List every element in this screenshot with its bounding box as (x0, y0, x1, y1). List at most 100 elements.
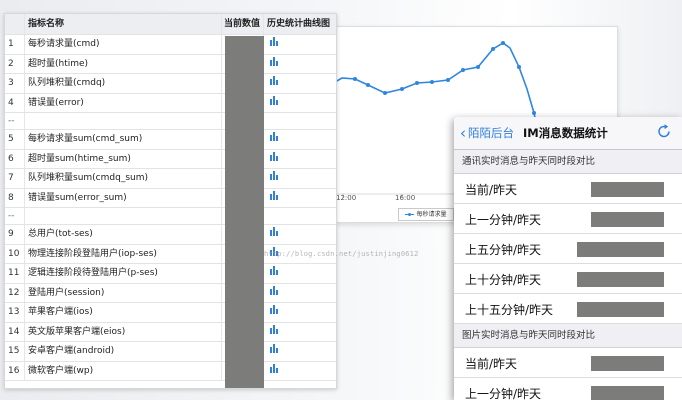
bar-chart-icon[interactable] (270, 362, 278, 380)
stat-label: 当前/昨天 (465, 183, 518, 197)
history-chart-cell (263, 129, 336, 150)
history-chart-cell (263, 283, 336, 303)
data-point (430, 80, 434, 84)
table-row: 9 总用户(tot-ses) (5, 224, 336, 245)
stat-value-redacted (591, 212, 664, 227)
metric-name: 错误量(error) (24, 93, 222, 113)
data-point (353, 77, 357, 81)
stat-value-redacted (591, 386, 664, 400)
back-label: 陌陌后台 (468, 126, 514, 140)
row-index: 7 (5, 168, 25, 189)
history-chart-cell (263, 188, 336, 208)
table-row: 4 错误量(error) (5, 93, 336, 113)
row-index: 2 (5, 54, 25, 74)
section-header: 通讯实时消息与昨天同时段对比 (454, 150, 682, 174)
bar-chart-icon[interactable] (270, 35, 278, 53)
table-row: 5 每秒请求量sum(cmd_sum) (5, 129, 336, 150)
metric-name: 苹果客户端(ios) (24, 302, 222, 323)
metric-name: 英文版苹果客户端(eios) (24, 322, 222, 342)
name-header: 指标名称 (24, 14, 222, 35)
metrics-table: 指标名称 当前数值 历史统计曲线图 1 每秒请求量(cmd) 2 超时量(htime)… (4, 13, 337, 389)
bar-chart-icon[interactable] (270, 342, 278, 360)
nav-bar: ‹ 陌陌后台 IM消息数据统计 (454, 117, 682, 150)
metric-name: 错误量sum(error_sum) (24, 188, 222, 208)
row-index: 3 (5, 73, 25, 94)
history-chart-cell (263, 73, 336, 94)
row-index: 15 (5, 341, 25, 362)
history-chart-cell (263, 361, 336, 381)
bar-chart-icon[interactable] (270, 55, 278, 73)
back-button[interactable]: ‹ 陌陌后台 (460, 125, 514, 141)
metric-name: 超时量sum(htime_sum) (24, 149, 222, 169)
table-header-row: 指标名称 当前数值 历史统计曲线图 (5, 14, 336, 35)
table-row: 8 错误量sum(error_sum) (5, 188, 336, 208)
stat-row[interactable]: 当前/昨天 (454, 348, 682, 378)
watermark: http://blog.csdn.net/justinjing0612 (264, 250, 419, 258)
metric-name: 逻辑连接阶段待登陆用户(p-ses) (24, 263, 222, 284)
row-index: 12 (5, 283, 25, 303)
stat-label: 上十五分钟/昨天 (465, 303, 554, 317)
history-chart-cell (263, 112, 336, 130)
row-index: -- (5, 207, 25, 225)
stat-row[interactable]: 上十分钟/昨天 (454, 264, 682, 294)
refresh-icon[interactable] (656, 123, 672, 142)
stat-value-redacted (591, 356, 664, 371)
stat-row[interactable]: 上一分钟/昨天 (454, 378, 682, 400)
bar-chart-icon[interactable] (270, 94, 278, 112)
history-chart-cell (263, 322, 336, 342)
stats-list: 通讯实时消息与昨天同时段对比 当前/昨天 上一分钟/昨天 上五分钟/昨天 上十分钟/昨天… (454, 150, 682, 400)
metric-name: 每秒请求量sum(cmd_sum) (24, 129, 222, 150)
bar-chart-icon[interactable] (270, 264, 278, 282)
table-row: 13 苹果客户端(ios) (5, 302, 336, 323)
metric-name: 超时量(htime) (24, 54, 222, 74)
data-point (383, 91, 387, 95)
metric-name (24, 207, 222, 225)
history-chart-cell (263, 207, 336, 225)
bar-chart-icon[interactable] (270, 74, 278, 92)
row-index: 9 (5, 224, 25, 245)
row-index: 11 (5, 263, 25, 284)
section-header: 图片实时消息与昨天同时段对比 (454, 324, 682, 348)
history-chart-cell (263, 34, 336, 55)
table-row: 6 超时量sum(htime_sum) (5, 149, 336, 169)
table-row: 7 队列堆积量sum(cmdq_sum) (5, 168, 336, 189)
history-chart-cell (263, 149, 336, 169)
bar-chart-icon[interactable] (270, 284, 278, 302)
stat-row[interactable]: 上五分钟/昨天 (454, 234, 682, 264)
data-point (461, 68, 465, 72)
stat-row[interactable]: 上十五分钟/昨天 (454, 294, 682, 324)
history-chart-cell (263, 224, 336, 245)
stat-label: 上一分钟/昨天 (465, 387, 542, 400)
legend-marker-icon (405, 212, 415, 216)
history-chart-cell (263, 302, 336, 323)
row-index: 8 (5, 188, 25, 208)
bar-chart-icon[interactable] (270, 130, 278, 148)
data-point (415, 81, 419, 85)
bar-chart-icon[interactable] (270, 323, 278, 341)
separator-row: -- (5, 207, 336, 225)
bar-chart-icon[interactable] (270, 150, 278, 168)
row-index: 5 (5, 129, 25, 150)
stat-label: 上五分钟/昨天 (465, 243, 542, 257)
metric-name: 总用户(tot-ses) (24, 224, 222, 245)
bar-chart-icon[interactable] (270, 225, 278, 243)
legend-label: 每秒请求量 (416, 211, 447, 218)
table-row: 16 微软客户端(wp) (5, 361, 336, 381)
bar-chart-icon[interactable] (270, 169, 278, 187)
table-row: 3 队列堆积量(cmdq) (5, 73, 336, 94)
bar-chart-icon[interactable] (270, 189, 278, 207)
row-index: 16 (5, 361, 25, 381)
metric-name: 安卓客户端(android) (24, 341, 222, 362)
chart-legend[interactable]: 每秒请求量 (398, 208, 454, 221)
history-chart-header: 历史统计曲线图 (263, 14, 336, 35)
stat-row[interactable]: 当前/昨天 (454, 174, 682, 204)
history-chart-cell (263, 54, 336, 74)
data-point (491, 47, 495, 51)
bar-chart-icon[interactable] (270, 303, 278, 321)
table-row: 15 安卓客户端(android) (5, 341, 336, 362)
metric-name: 队列堆积量sum(cmdq_sum) (24, 168, 222, 189)
data-point (446, 78, 450, 82)
row-index: -- (5, 112, 25, 130)
stat-row[interactable]: 上一分钟/昨天 (454, 204, 682, 234)
table-row: 12 登陆用户(session) (5, 283, 336, 303)
